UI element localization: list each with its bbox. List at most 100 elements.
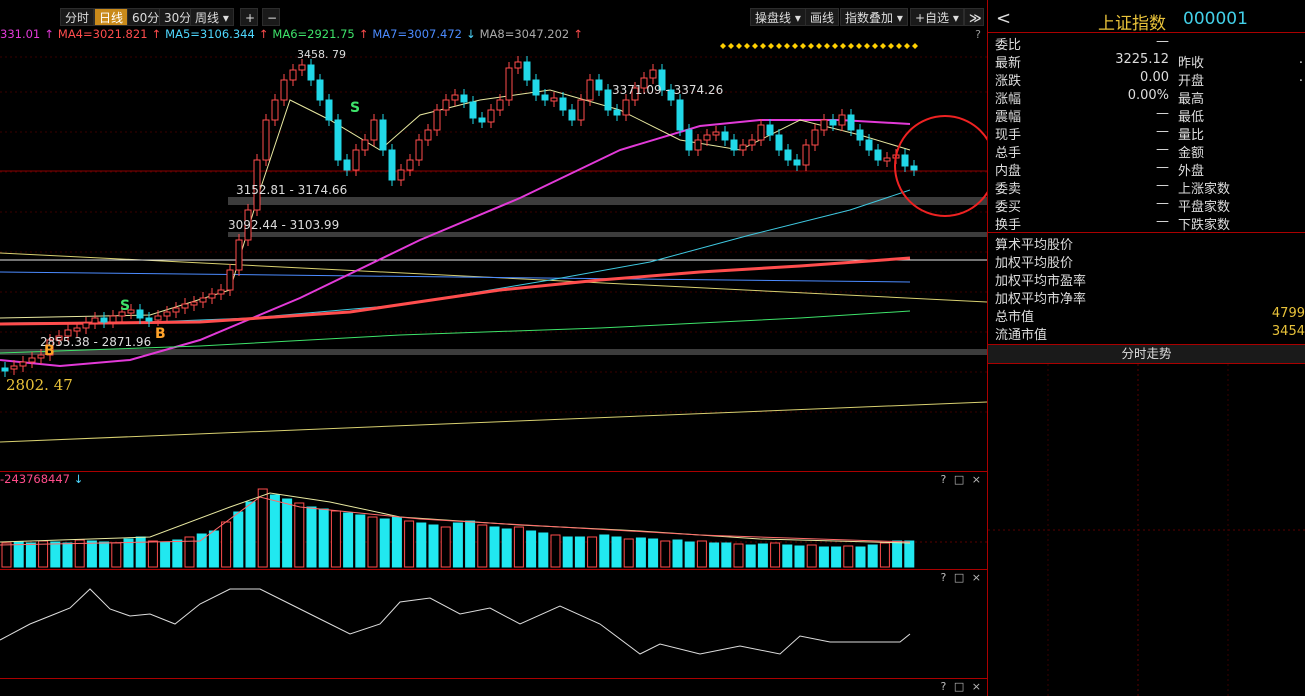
candle — [757, 124, 765, 141]
candle — [271, 99, 279, 121]
trade-line-dropdown[interactable]: 操盘线 ▾ — [750, 8, 806, 26]
signal-diamond — [864, 43, 870, 49]
candle — [568, 109, 576, 121]
quote-label: 现手 — [995, 128, 1022, 143]
candle — [730, 139, 738, 151]
candle — [649, 69, 657, 79]
volume-bar — [818, 546, 829, 568]
candle — [307, 64, 315, 81]
candle — [181, 303, 189, 309]
candle — [712, 131, 720, 136]
quote-value: 3225.12 — [1115, 52, 1169, 67]
signal-diamond — [752, 43, 758, 49]
volume-bar — [867, 544, 878, 568]
zoom-in-button[interactable]: + — [240, 8, 258, 26]
candle — [856, 129, 864, 141]
indicator-panel-controls[interactable]: ? □ × — [941, 571, 983, 584]
indicator-chart[interactable] — [0, 584, 987, 678]
trend-line — [0, 271, 911, 283]
candle — [343, 159, 351, 171]
zoom-out-button[interactable]: − — [262, 8, 280, 26]
volume-value: -243768447 — [0, 472, 70, 486]
candle — [514, 61, 522, 69]
volume-bar — [672, 539, 683, 568]
signal-diamond — [856, 43, 862, 49]
quote-value: — — [1156, 178, 1169, 193]
candle — [28, 357, 36, 363]
index-code: 000001 — [1183, 9, 1248, 29]
candle — [595, 79, 603, 91]
candle — [136, 309, 144, 319]
back-arrow-icon[interactable]: < — [996, 8, 1011, 29]
candle — [577, 99, 585, 121]
quote-value: . — [1298, 70, 1303, 85]
candle — [235, 239, 243, 271]
volume-bar — [782, 544, 793, 568]
candle — [163, 311, 171, 317]
signal-diamond — [824, 43, 830, 49]
volume-bar — [696, 540, 707, 568]
stat-row: 算术平均股价 — [988, 234, 1305, 253]
candle — [190, 301, 198, 306]
signal-diamond — [848, 43, 854, 49]
candle — [433, 109, 441, 131]
volume-chart[interactable] — [0, 487, 987, 569]
volume-bar — [538, 532, 549, 568]
bottom-panel-controls[interactable]: ? □ × — [941, 680, 983, 693]
volume-panel-header: -243768447 ↓ ? □ × — [0, 471, 987, 488]
volume-bar — [721, 542, 732, 568]
draw-line-button[interactable]: 画线 — [805, 8, 840, 26]
volume-bar — [404, 520, 415, 568]
volume-bar — [684, 541, 695, 568]
period-daily-tab[interactable]: 日线 — [94, 8, 129, 26]
candle — [334, 119, 342, 161]
zone-label-2: 3152.81 - 3174.66 — [236, 183, 347, 197]
volume-bar — [635, 537, 646, 568]
ma-legend-item: ↑ — [44, 27, 54, 41]
volume-bar — [428, 524, 439, 568]
intraday-chart[interactable] — [988, 364, 1305, 696]
candle — [559, 97, 567, 111]
quote-label: 平盘家数 — [1178, 200, 1231, 215]
collapse-panel-icon[interactable]: ≫ — [964, 8, 984, 26]
candle — [289, 69, 297, 81]
volume-bar — [391, 516, 402, 568]
candle — [766, 124, 774, 136]
index-overlay-dropdown[interactable]: 指数叠加 ▾ — [840, 8, 908, 26]
volume-bar — [660, 540, 671, 568]
signal-diamond — [912, 43, 918, 49]
candle — [10, 365, 18, 370]
zone-label-1: 3371.09 - 3374.26 — [612, 83, 723, 97]
volume-bar — [465, 520, 476, 568]
candle — [415, 139, 423, 161]
candlestick-chart[interactable]: 3458. 79 3371.09 - 3374.26 3152.81 - 317… — [0, 40, 987, 470]
intraday-header[interactable]: 分时走势 — [988, 344, 1305, 364]
quote-row: 涨跌 0.00 开盘. — [988, 70, 1305, 89]
period-intraday-tab[interactable]: 分时 — [60, 8, 95, 26]
candle — [298, 64, 306, 71]
signal-diamond — [784, 43, 790, 49]
candle — [199, 297, 207, 303]
volume-bar — [587, 536, 598, 568]
candle — [172, 307, 180, 313]
candle — [676, 99, 684, 131]
low-label: 2802. 47 — [6, 376, 73, 394]
quote-label: 总手 — [995, 146, 1022, 161]
volume-bar — [794, 545, 805, 568]
volume-bar — [147, 540, 158, 568]
stat-label: 算术平均股价 — [995, 238, 1074, 253]
volume-panel-controls[interactable]: ? □ × — [941, 473, 983, 486]
ma-line — [0, 189, 911, 324]
volume-bar — [611, 536, 622, 568]
volume-bar — [904, 540, 915, 568]
chart-area[interactable]: 分时 日线 60分 30分 周线 ▾ + − 操盘线 ▾ 画线 指数叠加 ▾ +… — [0, 0, 988, 696]
volume-bar — [245, 501, 256, 568]
period-weekly-dropdown[interactable]: 周线 ▾ — [190, 8, 234, 26]
volume-bar — [550, 534, 561, 568]
candle — [325, 99, 333, 121]
add-watchlist-dropdown[interactable]: +自选 ▾ — [910, 8, 964, 26]
price-zone — [228, 197, 987, 205]
candle — [370, 119, 378, 141]
signal-diamond — [792, 43, 798, 49]
quote-label: 开盘 — [1178, 74, 1205, 89]
